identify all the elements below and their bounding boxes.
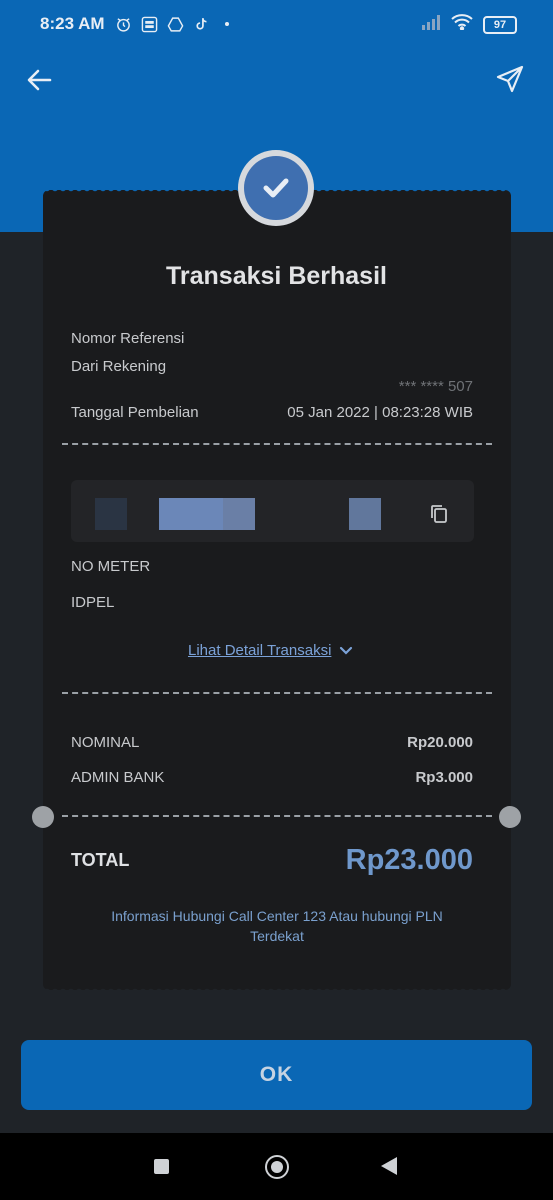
redacted-block [349, 498, 381, 530]
redacted-block [223, 498, 255, 530]
back-button[interactable] [24, 64, 56, 96]
battery-icon: 97 [483, 15, 517, 34]
divider [62, 692, 492, 694]
copy-icon[interactable] [430, 504, 448, 524]
drive-icon [166, 15, 184, 33]
page-title: Transaksi Berhasil [166, 262, 387, 290]
date-label: Tanggal Pembelian [71, 404, 199, 421]
status-time: 8:23 AM [40, 14, 105, 33]
detail-transaction-link[interactable]: Lihat Detail Transaksi [188, 642, 353, 659]
detail-link-label: Lihat Detail Transaksi [188, 642, 332, 659]
divider [62, 815, 492, 817]
home-button[interactable] [265, 1155, 289, 1179]
redacted-block [159, 498, 223, 530]
divider [62, 443, 492, 445]
from-account-value: *** **** 507 [398, 378, 473, 395]
total-value: Rp23.000 [345, 844, 473, 876]
notch-right [499, 806, 521, 828]
redacted-block [95, 498, 127, 530]
admin-label: ADMIN BANK [71, 769, 165, 786]
arrow-left-icon [27, 69, 52, 91]
info-text: Informasi Hubungi Call Center 123 Atau h… [111, 908, 443, 944]
alarm-icon [114, 15, 132, 33]
wifi-icon [451, 14, 473, 35]
dot-icon [218, 15, 236, 33]
share-button[interactable] [495, 64, 525, 94]
ok-button[interactable]: OK [21, 1040, 532, 1110]
nominal-label: NOMINAL [71, 734, 140, 751]
date-value: 05 Jan 2022 | 08:23:28 WIB [287, 404, 473, 421]
system-nav-bar [0, 1133, 553, 1200]
nominal-value: Rp20.000 [407, 734, 473, 751]
ref-label: Nomor Referensi [71, 330, 185, 347]
bri-icon [140, 15, 158, 33]
total-label: TOTAL [71, 850, 130, 870]
meter-label: NO METER [71, 558, 151, 575]
check-icon [263, 178, 289, 198]
token-box [71, 480, 474, 542]
notch-left [32, 806, 54, 828]
admin-value: Rp3.000 [415, 769, 473, 786]
recents-button[interactable] [154, 1159, 169, 1174]
from-account-label: Dari Rekening [71, 358, 167, 375]
send-icon [496, 65, 524, 93]
receipt-scallop-bottom [43, 984, 511, 992]
chevron-down-icon [340, 646, 353, 655]
back-nav-button[interactable] [381, 1157, 397, 1175]
success-badge [238, 150, 314, 226]
status-bar: 8:23 AM 97 [0, 0, 553, 50]
tiktok-icon [192, 15, 210, 33]
idpel-label: IDPEL [71, 594, 115, 611]
signal-icon [421, 14, 441, 35]
